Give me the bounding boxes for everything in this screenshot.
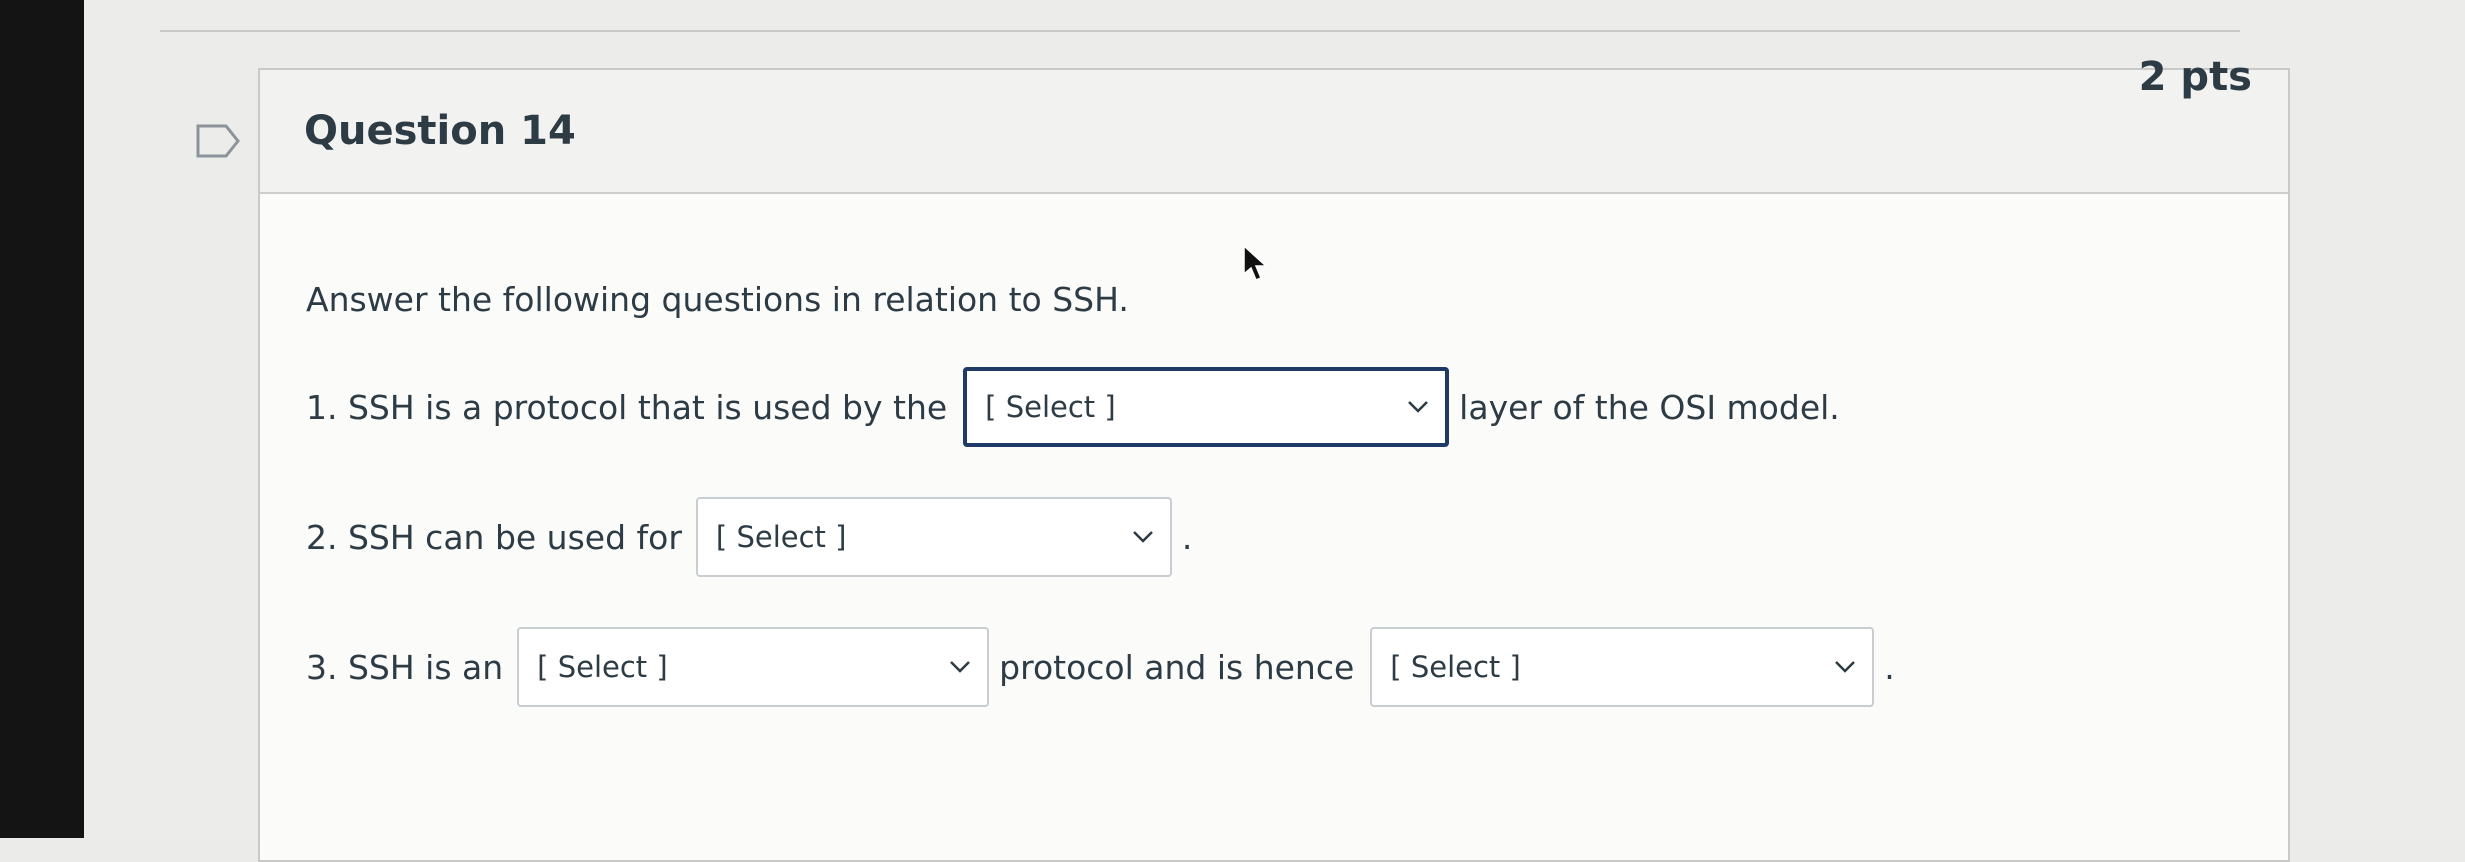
item-3-prefix: 3. SSH is an: [306, 647, 504, 687]
item-3-select-type[interactable]: [ Select ]: [517, 627, 990, 707]
item-2-select[interactable]: [ Select ]: [695, 497, 1172, 577]
item-3-suffix: .: [1884, 647, 1895, 687]
item-1-select-value: [ Select ]: [985, 390, 1116, 424]
item-1-prefix: 1. SSH is a protocol that is used by the: [306, 387, 948, 427]
item-2-select-value: [ Select ]: [715, 520, 847, 554]
question-title: Question 14: [304, 108, 576, 154]
screen-bezel: [0, 0, 84, 838]
question-points: 2 pts: [2138, 54, 2252, 100]
item-1-suffix: layer of the OSI model.: [1459, 387, 1840, 427]
divider: [160, 30, 2240, 32]
item-3-select-type-value: [ Select ]: [537, 650, 668, 684]
item-3-select-result-value: [ Select ]: [1390, 650, 1521, 684]
chevron-down-icon: [1133, 531, 1153, 543]
item-2-prefix: 2. SSH can be used for: [306, 517, 682, 557]
bookmark-flag-icon[interactable]: [196, 124, 240, 158]
item-2-suffix: .: [1181, 517, 1193, 557]
item-1-select[interactable]: [ Select ]: [963, 367, 1450, 447]
mouse-pointer-icon: [1243, 244, 1268, 281]
question-item-1: 1. SSH is a protocol that is used by the…: [306, 363, 2425, 451]
question-item-3: 3. SSH is an [ Select ] protocol and is …: [306, 623, 2425, 711]
question-header: Question 14 2 pts: [260, 54, 2288, 194]
question-body: Answer the following questions in relati…: [306, 280, 2425, 753]
question-instruction: Answer the following questions in relati…: [306, 280, 1129, 319]
question-item-2: 2. SSH can be used for [ Select ] .: [306, 493, 2425, 581]
chevron-down-icon: [950, 661, 971, 673]
chevron-down-icon: [1835, 661, 1856, 673]
item-3-select-result[interactable]: [ Select ]: [1370, 627, 1875, 707]
item-3-middle: protocol and is hence: [999, 647, 1355, 687]
chevron-down-icon: [1408, 401, 1429, 413]
